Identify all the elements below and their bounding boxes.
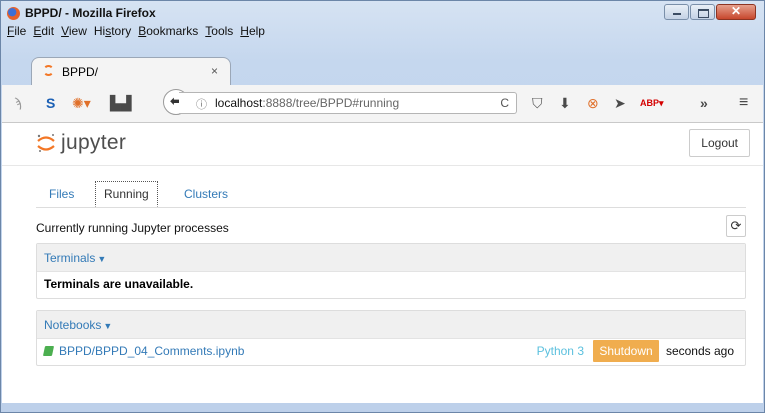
caret-down-icon: ▼ [103,321,113,331]
close-window-button[interactable] [716,4,756,20]
reload-icon[interactable]: C [500,96,509,110]
title-bar: BPPD/ - Mozilla Firefox [7,5,156,21]
rss-icon[interactable]: ϡ [14,95,22,111]
kernel-name: Python 3 [536,344,584,358]
firefox-logo-icon [7,6,20,20]
url-bar[interactable]: ⓘ localhost:8888/tree/BPPD#running C [179,92,517,114]
terminals-header[interactable]: Terminals ▼ [37,244,745,272]
caret-down-icon: ▼ [97,254,107,264]
tab-files[interactable]: Files [49,187,74,201]
download-icon[interactable]: ⬇ [559,95,571,111]
send-icon[interactable]: ➤ [614,95,626,111]
notebook-link[interactable]: BPPD/BPPD_04_Comments.ipynb [59,344,244,358]
browser-tab[interactable]: BPPD/ × [31,57,231,85]
menu-bookmarks[interactable]: Bookmarks [138,24,198,38]
tab-clusters[interactable]: Clusters [184,187,228,201]
jupyter-header: jupyter Logout [2,123,763,166]
running-description: Currently running Jupyter processes [36,221,229,235]
bug-icon[interactable]: ✺▾ [72,95,91,111]
jupyter-page: jupyter Logout Files Running Clusters Cu… [2,123,763,403]
menu-history[interactable]: History [94,24,131,38]
terminals-message: Terminals are unavailable. [44,277,194,291]
jupyter-wordmark[interactable]: jupyter [61,131,126,155]
list-item: BPPD/BPPD_04_Comments.ipynb Python 3 Shu… [37,339,745,365]
menu-help[interactable]: Help [240,24,265,38]
jupyter-logo-icon[interactable] [36,133,56,153]
tab-running[interactable]: Running [95,181,158,207]
jupyter-tabs: Files Running Clusters [36,181,746,208]
menu-bar: File Edit View History Bookmarks Tools H… [7,24,265,38]
menu-view[interactable]: View [61,24,87,38]
overflow-icon[interactable]: » [700,95,708,111]
s-icon[interactable]: S [46,95,55,111]
navigation-toolbar: ϡ S ✺▾ ▙▟ ⬅ ⓘ localhost:8888/tree/BPPD#r… [2,85,763,123]
notebooks-header[interactable]: Notebooks ▼ [37,311,745,339]
pocket-icon[interactable]: ⛉ [532,95,543,111]
hamburger-menu-icon[interactable]: ≡ [739,95,748,111]
refresh-icon[interactable]: ⟳ [726,215,746,237]
window-title: BPPD/ - Mozilla Firefox [25,6,156,20]
tab-label: BPPD/ [62,65,99,79]
abp-icon[interactable]: ABP▾ [640,95,664,111]
logout-button[interactable]: Logout [689,129,750,157]
menu-tools[interactable]: Tools [205,24,233,38]
blocked-icon[interactable]: ⊗ [587,95,599,111]
terminals-header-label: Terminals [44,251,96,265]
notebook-icon [42,346,55,356]
jupyter-favicon-icon [43,65,54,76]
notebooks-panel: Notebooks ▼ BPPD/BPPD_04_Comments.ipynb P… [36,310,746,366]
notebooks-header-label: Notebooks [44,318,102,332]
maximize-button[interactable] [690,4,715,20]
menu-edit[interactable]: Edit [33,24,54,38]
tab-close-button[interactable]: × [211,64,218,78]
printer-icon[interactable]: ▙▟ [110,95,132,111]
window-controls [664,4,756,20]
url-text[interactable]: localhost:8888/tree/BPPD#running [215,96,399,110]
menu-file[interactable]: File [7,24,26,38]
terminals-panel: Terminals ▼ Terminals are unavailable. [36,243,746,299]
shutdown-button[interactable]: Shutdown [593,340,659,362]
last-activity: seconds ago [665,344,734,358]
browser-window: BPPD/ - Mozilla Firefox File Edit View H… [0,0,765,413]
info-icon[interactable]: ⓘ [196,96,207,112]
minimize-button[interactable] [664,4,689,20]
